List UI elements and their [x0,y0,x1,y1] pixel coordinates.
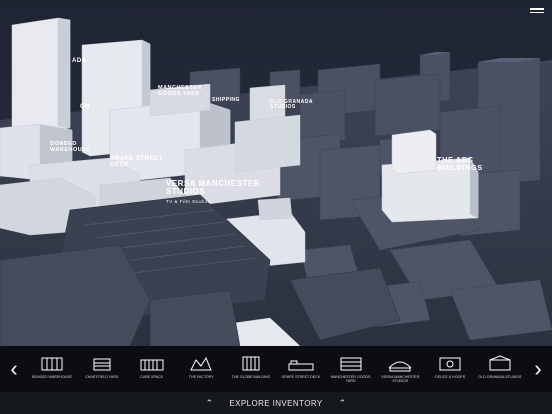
old-granada-icon [487,354,513,372]
carousel-item[interactable]: MANCHESTER GOODS YARD [329,346,373,392]
carousel-item-label: VERSA MANCHESTER STUDIOS [381,375,420,383]
label-ada: ADA [72,58,87,64]
inventory-carousel: ‹ BONDED WAREHOUSE CHARTFIELD YARD CUBE SP… [0,346,552,392]
carousel-item[interactable]: DEUCE & HOOPS [428,346,472,392]
label-bonded-warehouse: BONDED WAREHOUSE [50,141,91,153]
label-versa-sub: TV & Film Studios [166,199,211,204]
carousel-item-label: GRAPE STREET DECK [281,375,321,379]
carousel-item-label: CUBE SPACE [140,375,163,379]
chartfield-yard-icon [89,354,115,372]
carousel-item[interactable]: GRAPE STREET DECK [279,346,323,392]
carousel-item-label: CHARTFIELD YARD [85,375,119,379]
label-versa-manchester-studios: VERSA MANCHESTER STUDIOS [166,179,260,197]
label-on: ON [80,104,90,110]
grape-street-deck-icon [288,354,314,372]
versa-studios-icon [387,354,413,372]
label-old-granada: OLD GRANADA STUDIOS [270,99,313,111]
chevron-up-icon[interactable]: ⌃ [339,398,347,409]
carousel-item[interactable]: THE GLOBE BUILDING [229,346,273,392]
the-factory-icon [188,354,214,372]
carousel-item[interactable]: VERSA MANCHESTER STUDIOS [378,346,422,392]
label-abc-buildings: THE ABC BUILDINGS [437,155,483,172]
explore-inventory-label: EXPLORE INVENTORY [229,398,323,408]
3d-map-view[interactable]: MANCHESTER GOODS YARD ADA ON SHIPPING OL… [0,0,552,346]
globe-building-icon [238,354,264,372]
carousel-item[interactable]: BONDED WAREHOUSE [30,346,74,392]
label-manchester-goods-yard: MANCHESTER GOODS YARD [158,85,202,97]
explore-inventory-bar[interactable]: ⌃ EXPLORE INVENTORY ⌃ [0,392,552,414]
carousel-item-label: THE GLOBE BUILDING [231,375,271,379]
label-shipping: SHIPPING [212,97,240,103]
chevron-up-icon[interactable]: ⌃ [205,398,213,409]
chevron-right-icon[interactable]: › [528,354,548,384]
menu-icon[interactable] [530,6,544,16]
carousel-item[interactable]: OLD GRANADA STUDIOS [478,346,522,392]
deuce-hoops-icon [437,354,463,372]
carousel-items: BONDED WAREHOUSE CHARTFIELD YARD CUBE SPAC… [30,346,522,392]
carousel-item-label: MANCHESTER GOODS YARD [330,375,371,383]
cube-space-icon [139,354,165,372]
carousel-item[interactable]: THE FACTORY [179,346,223,392]
chevron-left-icon[interactable]: ‹ [4,354,24,384]
label-grape-street-deck: GRAPE STREET DECK [110,156,163,169]
carousel-item-label: BONDED WAREHOUSE [32,375,72,379]
goods-yard-icon [338,354,364,372]
carousel-item-label: DEUCE & HOOPS [435,375,466,379]
carousel-item[interactable]: CHARTFIELD YARD [80,346,124,392]
bonded-warehouse-icon [39,354,65,372]
carousel-item-label: THE FACTORY [188,375,214,379]
carousel-item[interactable]: CUBE SPACE [130,346,174,392]
carousel-item-label: OLD GRANADA STUDIOS [478,375,522,379]
